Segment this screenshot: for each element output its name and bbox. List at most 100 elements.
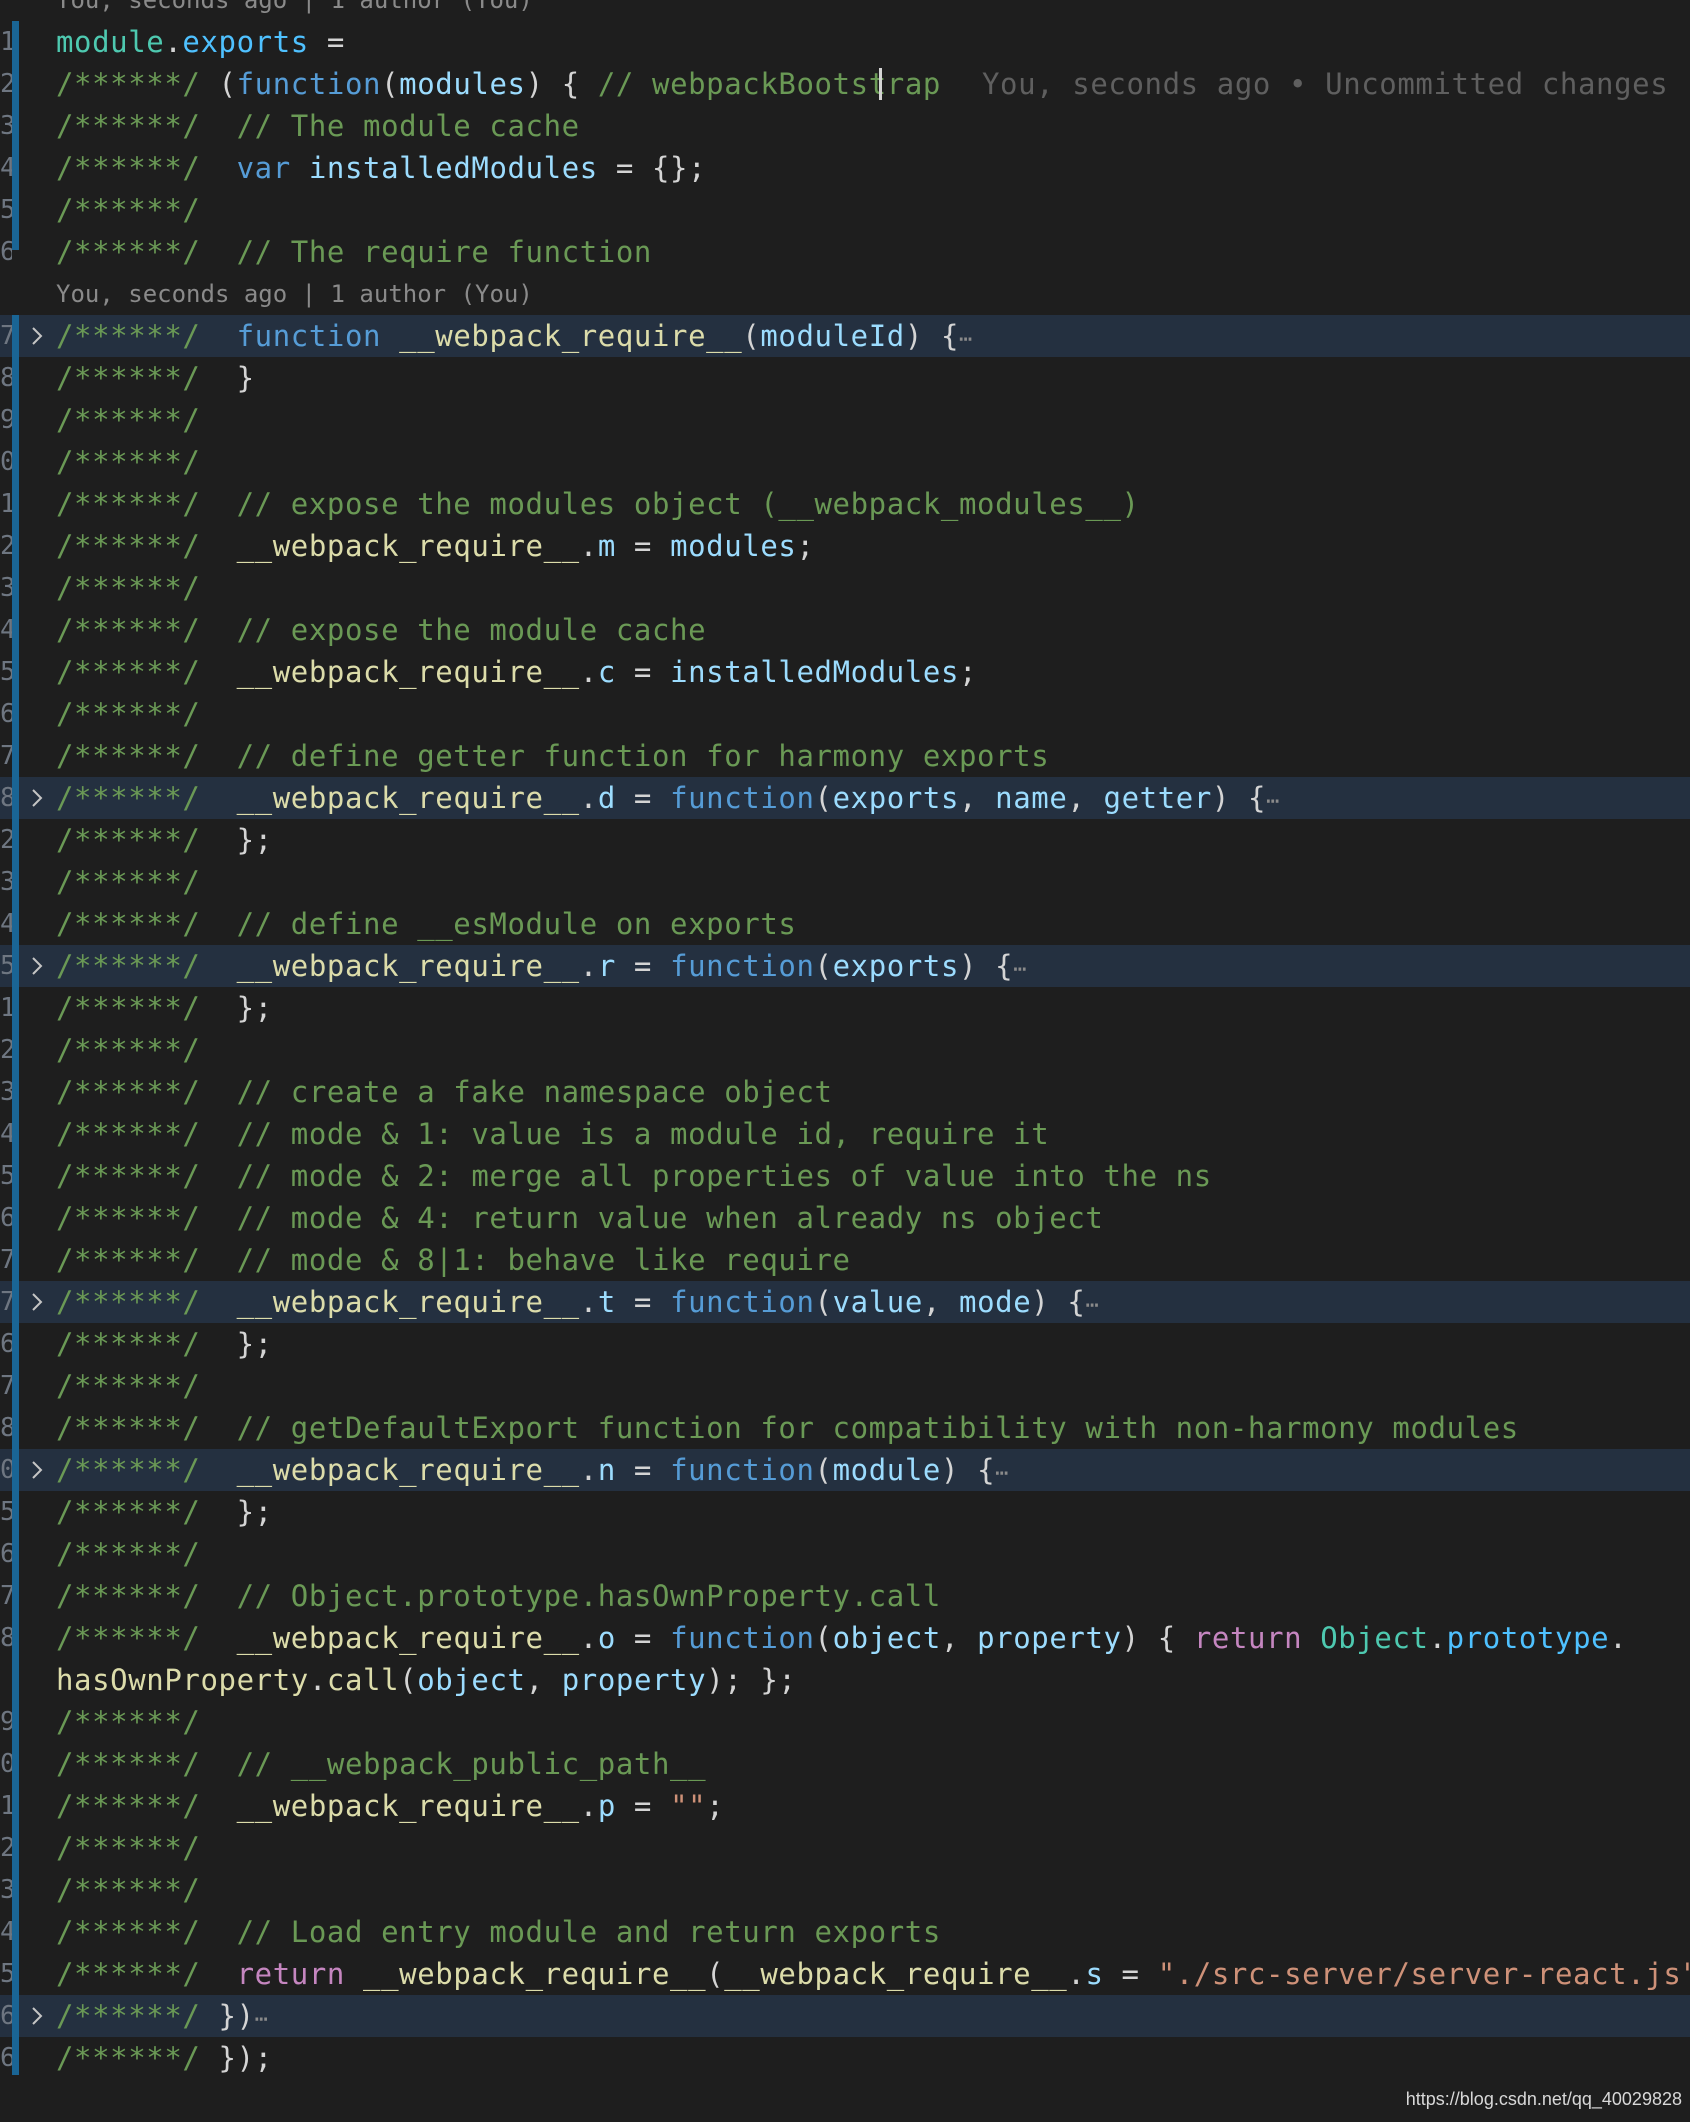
code-line[interactable]: 0 /******/ // __webpack_public_path__ xyxy=(0,1743,1690,1785)
code-line[interactable]: 2 /******/ xyxy=(0,1029,1690,1071)
code-line[interactable]: 5 /******/ xyxy=(0,189,1690,231)
code-line[interactable]: 3 /******/ xyxy=(0,567,1690,609)
code-line[interactable]: 7 /******/ xyxy=(0,1365,1690,1407)
code-line[interactable]: 7 /******/ // mode & 8|1: behave like req… xyxy=(0,1239,1690,1281)
code-text[interactable]: /******/ __webpack_require__.r = functio… xyxy=(56,945,1027,987)
code-text[interactable]: /******/ // The module cache xyxy=(56,105,580,147)
code-line[interactable]: 9 /******/ xyxy=(0,1701,1690,1743)
code-line[interactable]: 3 /******/ // The module cache xyxy=(0,105,1690,147)
code-text[interactable]: /******/ // expose the modules object (_… xyxy=(56,483,1140,525)
chevron-right-icon[interactable] xyxy=(24,945,50,987)
modified-lines-indicator[interactable] xyxy=(12,315,19,2075)
code-line[interactable]: 0 /******/ xyxy=(0,441,1690,483)
code-text[interactable]: /******/ xyxy=(56,441,200,483)
code-line-folded[interactable]: 5 /******/ __webpack_require__.r = functi… xyxy=(0,945,1690,987)
code-line[interactable]: 8 /******/ // getDefaultExport function f… xyxy=(0,1407,1690,1449)
code-text[interactable]: /******/ }); xyxy=(56,2037,273,2079)
code-text[interactable]: /******/ // define __esModule on exports xyxy=(56,903,796,945)
chevron-right-icon[interactable] xyxy=(24,1281,50,1323)
code-line[interactable]: 1 /******/ __webpack_require__.p = ""; xyxy=(0,1785,1690,1827)
code-text[interactable]: /******/ xyxy=(56,189,200,231)
code-line-folded[interactable]: 8 /******/ __webpack_require__.d = functi… xyxy=(0,777,1690,819)
code-line[interactable]: 3 /******/ xyxy=(0,861,1690,903)
code-line[interactable]: 2 /******/ }; xyxy=(0,819,1690,861)
code-text[interactable]: /******/ // mode & 2: merge all properti… xyxy=(56,1155,1212,1197)
code-text[interactable]: /******/ // __webpack_public_path__ xyxy=(56,1743,706,1785)
code-line[interactable]: 4 /******/ var installedModules = {}; xyxy=(0,147,1690,189)
code-line[interactable]: hasOwnProperty.call(object, property); }… xyxy=(0,1659,1690,1701)
code-line[interactable]: 1 module.exports = xyxy=(0,21,1690,63)
code-text[interactable]: /******/ xyxy=(56,567,200,609)
code-line[interactable]: 5 /******/ }; xyxy=(0,1491,1690,1533)
code-text[interactable]: /******/ xyxy=(56,861,200,903)
code-line[interactable]: 8 /******/ } xyxy=(0,357,1690,399)
code-line[interactable]: 6 /******/ xyxy=(0,693,1690,735)
code-text[interactable]: /******/ }; xyxy=(56,987,273,1029)
code-text[interactable]: /******/ }; xyxy=(56,1491,273,1533)
code-line[interactable]: 6 /******/ xyxy=(0,1533,1690,1575)
code-text[interactable]: /******/ __webpack_require__.n = functio… xyxy=(56,1449,1009,1491)
code-text[interactable]: /******/ xyxy=(56,1365,200,1407)
code-text[interactable]: /******/ xyxy=(56,1827,200,1869)
code-text[interactable]: /******/ // define getter function for h… xyxy=(56,735,1049,777)
code-line[interactable]: 2 /******/ __webpack_require__.m = module… xyxy=(0,525,1690,567)
code-line-folded[interactable]: 0 /******/ __webpack_require__.n = functi… xyxy=(0,1449,1690,1491)
codelens-blame[interactable]: You, seconds ago | 1 author (You) xyxy=(56,0,533,21)
code-text[interactable]: /******/ })⋯ xyxy=(56,1995,269,2037)
code-line[interactable]: 4 /******/ // mode & 1: value is a module… xyxy=(0,1113,1690,1155)
code-text[interactable]: /******/ __webpack_require__.o = functio… xyxy=(56,1617,1627,1659)
code-text[interactable]: /******/ xyxy=(56,1869,200,1911)
code-line[interactable]: 6 /******/ }; xyxy=(0,1323,1690,1365)
code-line[interactable]: 5 /******/ __webpack_require__.c = instal… xyxy=(0,651,1690,693)
code-text[interactable]: /******/ xyxy=(56,1533,200,1575)
ellipsis-icon[interactable]: ⋯ xyxy=(1013,957,1027,982)
code-text[interactable]: /******/ // Object.prototype.hasOwnPrope… xyxy=(56,1575,941,1617)
codelens-blame[interactable]: You, seconds ago | 1 author (You) xyxy=(56,273,533,315)
code-text[interactable]: /******/ // mode & 8|1: behave like requ… xyxy=(56,1239,851,1281)
code-line[interactable]: 6 /******/ // The require function xyxy=(0,231,1690,273)
code-line[interactable]: 7 /******/ // define getter function for … xyxy=(0,735,1690,777)
chevron-right-icon[interactable] xyxy=(24,315,50,357)
code-text[interactable]: /******/ } xyxy=(56,357,255,399)
code-text[interactable]: /******/ // Load entry module and return… xyxy=(56,1911,941,1953)
code-line[interactable]: 3 /******/ // create a fake namespace obj… xyxy=(0,1071,1690,1113)
code-line[interactable]: 6 /******/ // mode & 4: return value when… xyxy=(0,1197,1690,1239)
ellipsis-icon[interactable]: ⋯ xyxy=(1085,1293,1099,1318)
code-text[interactable]: /******/ __webpack_require__.c = install… xyxy=(56,651,977,693)
code-line[interactable]: 2/******/ (function(modules) { // webpac… xyxy=(0,63,1690,105)
code-line[interactable]: 2 /******/ xyxy=(0,1827,1690,1869)
ellipsis-icon[interactable]: ⋯ xyxy=(255,2007,269,2032)
code-text[interactable]: /******/ }; xyxy=(56,1323,273,1365)
code-line[interactable]: 8/******/ __webpack_require__.o = functi… xyxy=(0,1617,1690,1659)
code-line[interactable]: 1 /******/ }; xyxy=(0,987,1690,1029)
code-line[interactable]: 5 /******/ return __webpack_require__(__w… xyxy=(0,1953,1690,1995)
code-text[interactable]: /******/ function __webpack_require__(mo… xyxy=(56,315,973,357)
code-line[interactable]: 9 /******/ xyxy=(0,399,1690,441)
code-text[interactable]: /******/ var installedModules = {}; xyxy=(56,147,706,189)
chevron-right-icon[interactable] xyxy=(24,1995,50,2037)
code-text[interactable]: /******/ }; xyxy=(56,819,273,861)
code-line[interactable]: 5 /******/ // mode & 2: merge all propert… xyxy=(0,1155,1690,1197)
code-text[interactable]: /******/ __webpack_require__.m = modules… xyxy=(56,525,815,567)
ellipsis-icon[interactable]: ⋯ xyxy=(995,1461,1009,1486)
code-text[interactable]: /******/ xyxy=(56,1029,200,1071)
code-text[interactable]: /******/ xyxy=(56,1701,200,1743)
code-text[interactable]: module.exports = xyxy=(56,21,345,63)
code-text[interactable]: /******/ xyxy=(56,399,200,441)
modified-lines-indicator[interactable] xyxy=(12,21,19,250)
code-line[interactable]: 6 /******/ }); xyxy=(0,2037,1690,2079)
code-text[interactable]: hasOwnProperty.call(object, property); }… xyxy=(56,1659,797,1701)
code-line-folded[interactable]: 7 /******/ function __webpack_require__(m… xyxy=(0,315,1690,357)
code-text[interactable]: /******/ // create a fake namespace obje… xyxy=(56,1071,833,1113)
chevron-right-icon[interactable] xyxy=(24,1449,50,1491)
code-text[interactable]: /******/ __webpack_require__.t = functio… xyxy=(56,1281,1099,1323)
code-text[interactable]: /******/ // mode & 4: return value when … xyxy=(56,1197,1103,1239)
code-text[interactable]: /******/ // expose the module cache xyxy=(56,609,706,651)
code-line[interactable]: 7 /******/ // Object.prototype.hasOwnProp… xyxy=(0,1575,1690,1617)
code-line-folded[interactable]: 7 /******/ __webpack_require__.t = functi… xyxy=(0,1281,1690,1323)
code-line[interactable]: 1 /******/ // expose the modules object (… xyxy=(0,483,1690,525)
code-line[interactable]: 4 /******/ // expose the module cache xyxy=(0,609,1690,651)
code-text[interactable]: /******/ __webpack_require__.d = functio… xyxy=(56,777,1280,819)
code-line[interactable]: 4 /******/ // Load entry module and retur… xyxy=(0,1911,1690,1953)
code-text[interactable]: /******/ (function(modules) { // webpack… xyxy=(56,63,941,105)
